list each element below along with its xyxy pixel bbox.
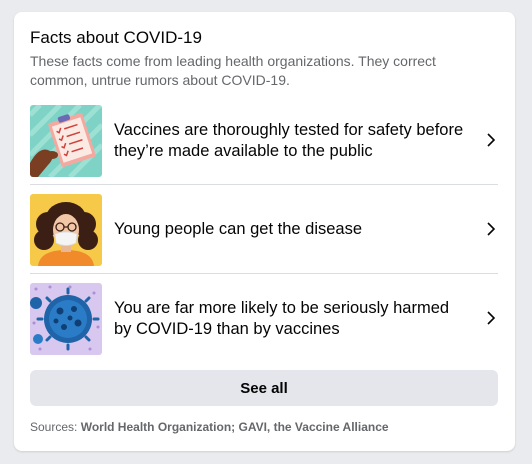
card-subtitle: These facts come from leading health org…	[30, 53, 436, 88]
see-all-button[interactable]: See all	[30, 370, 498, 406]
fact-item-vaccine-safety[interactable]: Vaccines are thoroughly tested for safet…	[30, 104, 498, 177]
sources-line: Sources: World Health Organization; GAVI…	[30, 420, 389, 434]
fact-item-label: Vaccines are thoroughly tested for safet…	[114, 120, 464, 160]
fact-item-young-people[interactable]: Young people can get the disease	[30, 193, 498, 266]
young-person-masked-image	[30, 193, 102, 266]
sources-prefix: Sources:	[30, 420, 78, 434]
divider	[30, 184, 498, 185]
fact-item-label: Young people can get the disease	[114, 220, 363, 238]
fact-item-label: You are far more likely to be seriously …	[114, 298, 450, 338]
clipboard-checklist-image	[30, 104, 102, 177]
chevron-right-icon	[487, 311, 496, 325]
covid-facts-card: Facts about COVID-19 These facts come fr…	[14, 12, 515, 451]
card-title: Facts about COVID-19	[30, 28, 202, 47]
divider	[30, 273, 498, 274]
virus-particles-image	[30, 282, 102, 355]
chevron-right-icon	[487, 222, 496, 236]
fact-item-covid-harm[interactable]: You are far more likely to be seriously …	[30, 282, 498, 355]
chevron-right-icon	[487, 133, 496, 147]
sources-names: World Health Organization; GAVI, the Vac…	[80, 420, 389, 434]
